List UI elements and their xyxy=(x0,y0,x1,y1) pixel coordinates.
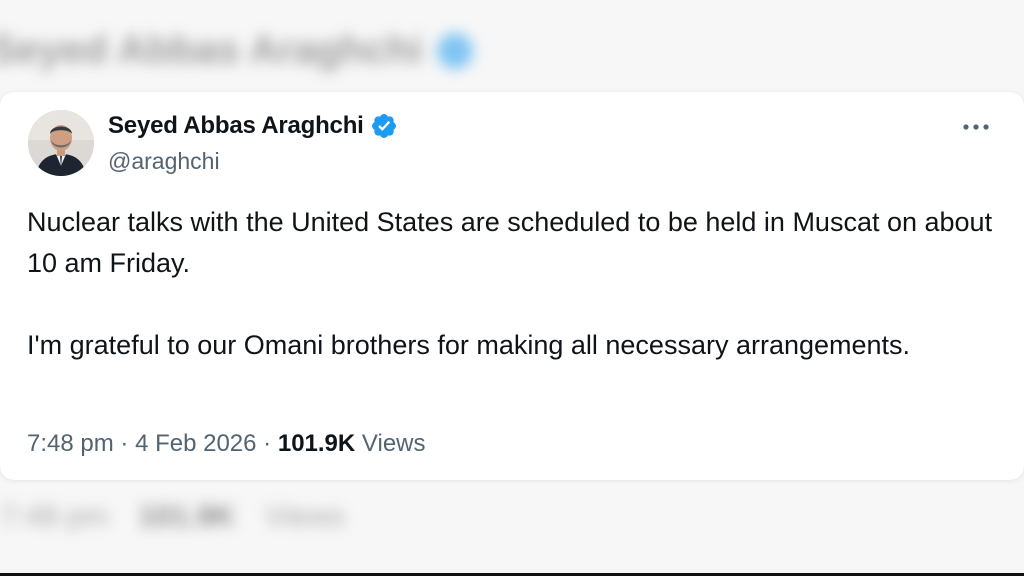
views-count[interactable]: 101.9K xyxy=(278,430,355,457)
tweet-text: Nuclear talks with the United States are… xyxy=(27,202,997,366)
tweet-date[interactable]: 4 Feb 2026 xyxy=(135,430,256,457)
blurred-views-count: 101.9K xyxy=(138,500,236,533)
tweet-paragraph: I'm grateful to our Omani brothers for m… xyxy=(27,330,911,360)
blurred-tweet-meta: 7:48 pm 101.9K Views xyxy=(0,500,345,534)
blurred-tweet-header: Seyed Abbas Araghchi xyxy=(0,28,473,73)
tweet-paragraph: Nuclear talks with the United States are… xyxy=(27,207,993,278)
avatar[interactable] xyxy=(28,110,94,176)
verified-badge-icon xyxy=(370,112,398,140)
views-label[interactable]: Views xyxy=(362,430,426,457)
tweet-card[interactable]: Seyed Abbas Araghchi @araghchi Nuclear t… xyxy=(0,92,1024,480)
author-display-name[interactable]: Seyed Abbas Araghchi xyxy=(108,112,364,140)
blurred-time: 7:48 pm xyxy=(0,500,109,533)
screen: Seyed Abbas Araghchi Seyed Abbas Araghch… xyxy=(0,0,1024,576)
blurred-author-name: Seyed Abbas Araghchi xyxy=(0,28,423,72)
avatar-image xyxy=(28,110,94,176)
author-name-row[interactable]: Seyed Abbas Araghchi xyxy=(108,112,398,140)
meta-separator: · xyxy=(263,430,272,457)
blurred-verified-icon xyxy=(436,32,473,69)
blurred-views-label: Views xyxy=(265,500,345,533)
more-options-button[interactable] xyxy=(958,114,994,140)
tweet-time[interactable]: 7:48 pm xyxy=(27,430,114,457)
author-handle[interactable]: @araghchi xyxy=(108,148,220,175)
more-options-icon xyxy=(963,124,989,130)
tweet-meta: 7:48 pm · 4 Feb 2026 · 101.9K Views xyxy=(27,430,426,458)
meta-separator: · xyxy=(120,430,129,457)
